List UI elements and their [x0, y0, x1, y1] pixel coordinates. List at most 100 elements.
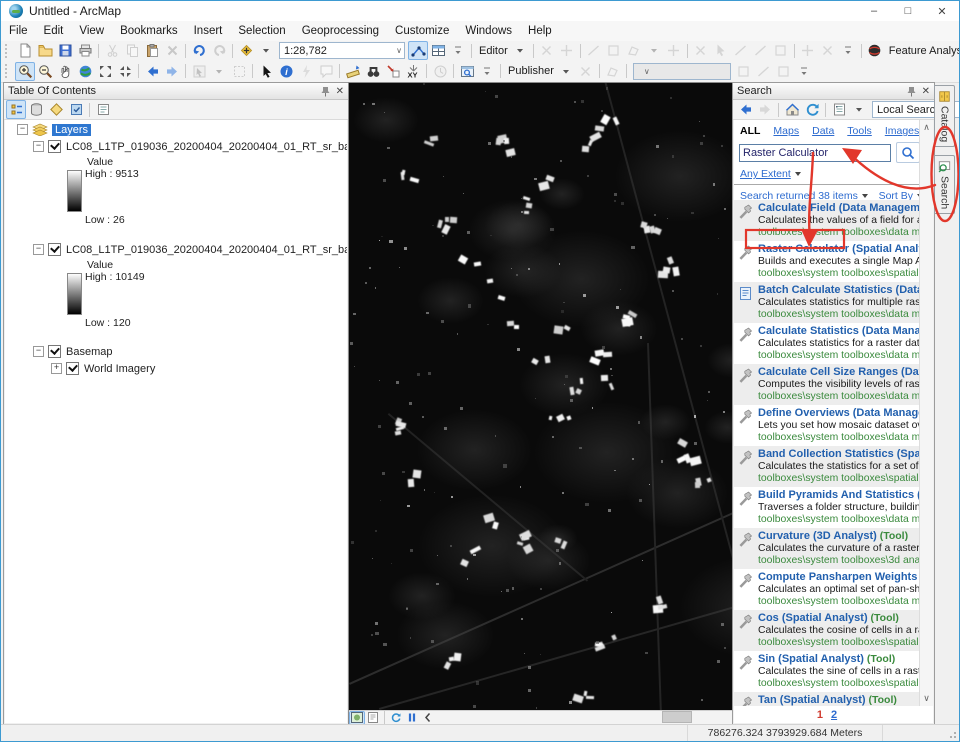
wiz-back-icon[interactable]	[734, 62, 754, 81]
toolbar-grip[interactable]	[5, 44, 12, 58]
index-list-icon[interactable]	[829, 100, 849, 119]
select-features-icon[interactable]	[189, 62, 209, 81]
menu-bookmarks[interactable]: Bookmarks	[112, 23, 186, 39]
save-icon[interactable]	[55, 41, 75, 60]
caret-down-icon[interactable]	[849, 100, 869, 119]
edit-target-icon[interactable]	[557, 41, 577, 60]
resize-grip[interactable]	[947, 729, 957, 739]
select-elements-icon[interactable]	[256, 62, 276, 81]
search-input[interactable]	[739, 144, 891, 162]
page-2[interactable]: 2	[831, 709, 837, 721]
result-path[interactable]: toolboxes\system toolboxes\spatial an...	[758, 678, 918, 690]
result-path[interactable]: toolboxes\system toolboxes\data man...	[758, 227, 918, 239]
edit-attributes-icon[interactable]	[798, 41, 818, 60]
wiz-next-icon[interactable]	[754, 62, 774, 81]
close-panel-icon[interactable]: ✕	[336, 86, 344, 97]
caret-down-icon[interactable]	[256, 41, 276, 60]
menu-selection[interactable]: Selection	[230, 23, 293, 39]
result-title-link[interactable]: Tan (Spatial Analyst)	[758, 694, 866, 706]
viewer-window-icon[interactable]	[457, 62, 477, 81]
layer-name[interactable]: LC08_L1TP_019036_20200404_20200404_01_RT…	[66, 141, 347, 153]
any-extent-dropdown[interactable]: Any Extent	[740, 168, 791, 180]
feature-analyst-globe-icon[interactable]	[865, 41, 885, 60]
search-tab-data[interactable]: Data	[812, 125, 834, 137]
measure-icon[interactable]	[343, 62, 363, 81]
refresh-small-icon[interactable]	[388, 711, 404, 725]
minimize-button[interactable]: –	[857, 1, 891, 21]
result-path[interactable]: toolboxes\system toolboxes\data man...	[758, 391, 918, 403]
menu-geoprocessing[interactable]: Geoprocessing	[294, 23, 387, 39]
expander-icon[interactable]: +	[51, 363, 62, 374]
layer-checkbox[interactable]	[48, 345, 61, 358]
pin-icon[interactable]	[321, 86, 330, 97]
undo-icon[interactable]	[189, 41, 209, 60]
horizontal-scrollbar-thumb[interactable]	[662, 711, 692, 723]
go-to-xy-icon[interactable]: XY	[403, 62, 423, 81]
menu-file[interactable]: File	[1, 23, 36, 39]
home-icon[interactable]	[782, 100, 802, 119]
basemap-child-layer[interactable]: World Imagery	[84, 363, 155, 375]
result-path[interactable]: toolboxes\system toolboxes\spatial an...	[758, 637, 918, 649]
edit-rotate-icon[interactable]	[771, 41, 791, 60]
page-1[interactable]: 1	[817, 709, 823, 721]
back-icon[interactable]	[142, 62, 162, 81]
result-title-link[interactable]: Calculate Field (Data Management...	[758, 202, 920, 214]
cut-icon[interactable]	[102, 41, 122, 60]
expander-icon[interactable]: −	[33, 141, 44, 152]
open-folder-icon[interactable]	[35, 41, 55, 60]
search-tab-images[interactable]: Images	[885, 125, 919, 137]
results-scrollbar[interactable]: ∧ ∨	[919, 120, 933, 706]
wiz-x-icon[interactable]	[774, 62, 794, 81]
menu-edit[interactable]: Edit	[36, 23, 72, 39]
result-title-link[interactable]: Sin (Spatial Analyst)	[758, 653, 864, 665]
edit-curve-icon[interactable]	[604, 41, 624, 60]
arrow-box-icon[interactable]	[383, 62, 403, 81]
edit-play-icon[interactable]	[537, 41, 557, 60]
disabled-combobox[interactable]: ∨	[633, 63, 731, 80]
publisher-menu-button[interactable]: Publisher	[504, 65, 556, 77]
full-extent-icon[interactable]	[75, 62, 95, 81]
toc-root-layers[interactable]: Layers	[52, 124, 91, 136]
menu-insert[interactable]: Insert	[186, 23, 231, 39]
result-title-link[interactable]: Cos (Spatial Analyst)	[758, 612, 868, 624]
close-button[interactable]: ✕	[925, 1, 959, 21]
copy-icon[interactable]	[122, 41, 142, 60]
hyperlink-icon[interactable]	[296, 62, 316, 81]
editor-menu-button[interactable]: Editor	[475, 45, 510, 57]
zoom-out-icon[interactable]	[35, 62, 55, 81]
list-by-selection-icon[interactable]	[66, 100, 86, 119]
dock-tab-search[interactable]: Search	[934, 155, 955, 214]
layer-checkbox[interactable]	[48, 140, 61, 153]
result-title-suffix[interactable]: (Spatial Analyst...	[849, 243, 920, 255]
menu-customize[interactable]: Customize	[387, 23, 457, 39]
result-title-link[interactable]: Calculate Cell Size Ranges (Data M...	[758, 366, 920, 378]
edit-split-icon[interactable]	[751, 41, 771, 60]
overflow-icon[interactable]	[794, 62, 814, 81]
result-title-link[interactable]: Raster Calculator	[758, 243, 849, 255]
result-path[interactable]: toolboxes\system toolboxes\spatial an...	[758, 473, 918, 485]
result-path[interactable]: toolboxes\system toolboxes\data man...	[758, 596, 918, 608]
edit-sketch-props-icon[interactable]	[818, 41, 838, 60]
data-view-icon[interactable]	[349, 711, 365, 725]
caret-down-icon[interactable]	[644, 41, 664, 60]
menu-help[interactable]: Help	[520, 23, 560, 39]
caret-down-icon[interactable]	[510, 41, 530, 60]
pencil-sketch-icon[interactable]	[408, 41, 428, 60]
caret-down-icon[interactable]	[556, 62, 576, 81]
search-button[interactable]	[896, 142, 920, 163]
expander-icon[interactable]: −	[17, 124, 28, 135]
result-path[interactable]: toolboxes\system toolboxes\3d analys...	[758, 555, 918, 567]
edit-snap-icon[interactable]	[664, 41, 684, 60]
scroll-down-icon[interactable]: ∨	[923, 693, 930, 704]
scroll-up-icon[interactable]: ∧	[923, 122, 930, 133]
menu-view[interactable]: View	[71, 23, 112, 39]
layer-name[interactable]: LC08_L1TP_019036_20200404_20200404_01_RT…	[66, 244, 347, 256]
result-path[interactable]: toolboxes\system toolboxes\data man...	[758, 309, 918, 321]
list-by-source-icon[interactable]	[26, 100, 46, 119]
time-slider-icon[interactable]	[430, 62, 450, 81]
fixed-zoom-out-icon[interactable]	[115, 62, 135, 81]
basemap-layer[interactable]: Basemap	[66, 346, 112, 358]
result-title-link[interactable]: Curvature (3D Analyst)	[758, 530, 877, 542]
new-document-icon[interactable]	[15, 41, 35, 60]
edit-move-icon[interactable]	[731, 41, 751, 60]
